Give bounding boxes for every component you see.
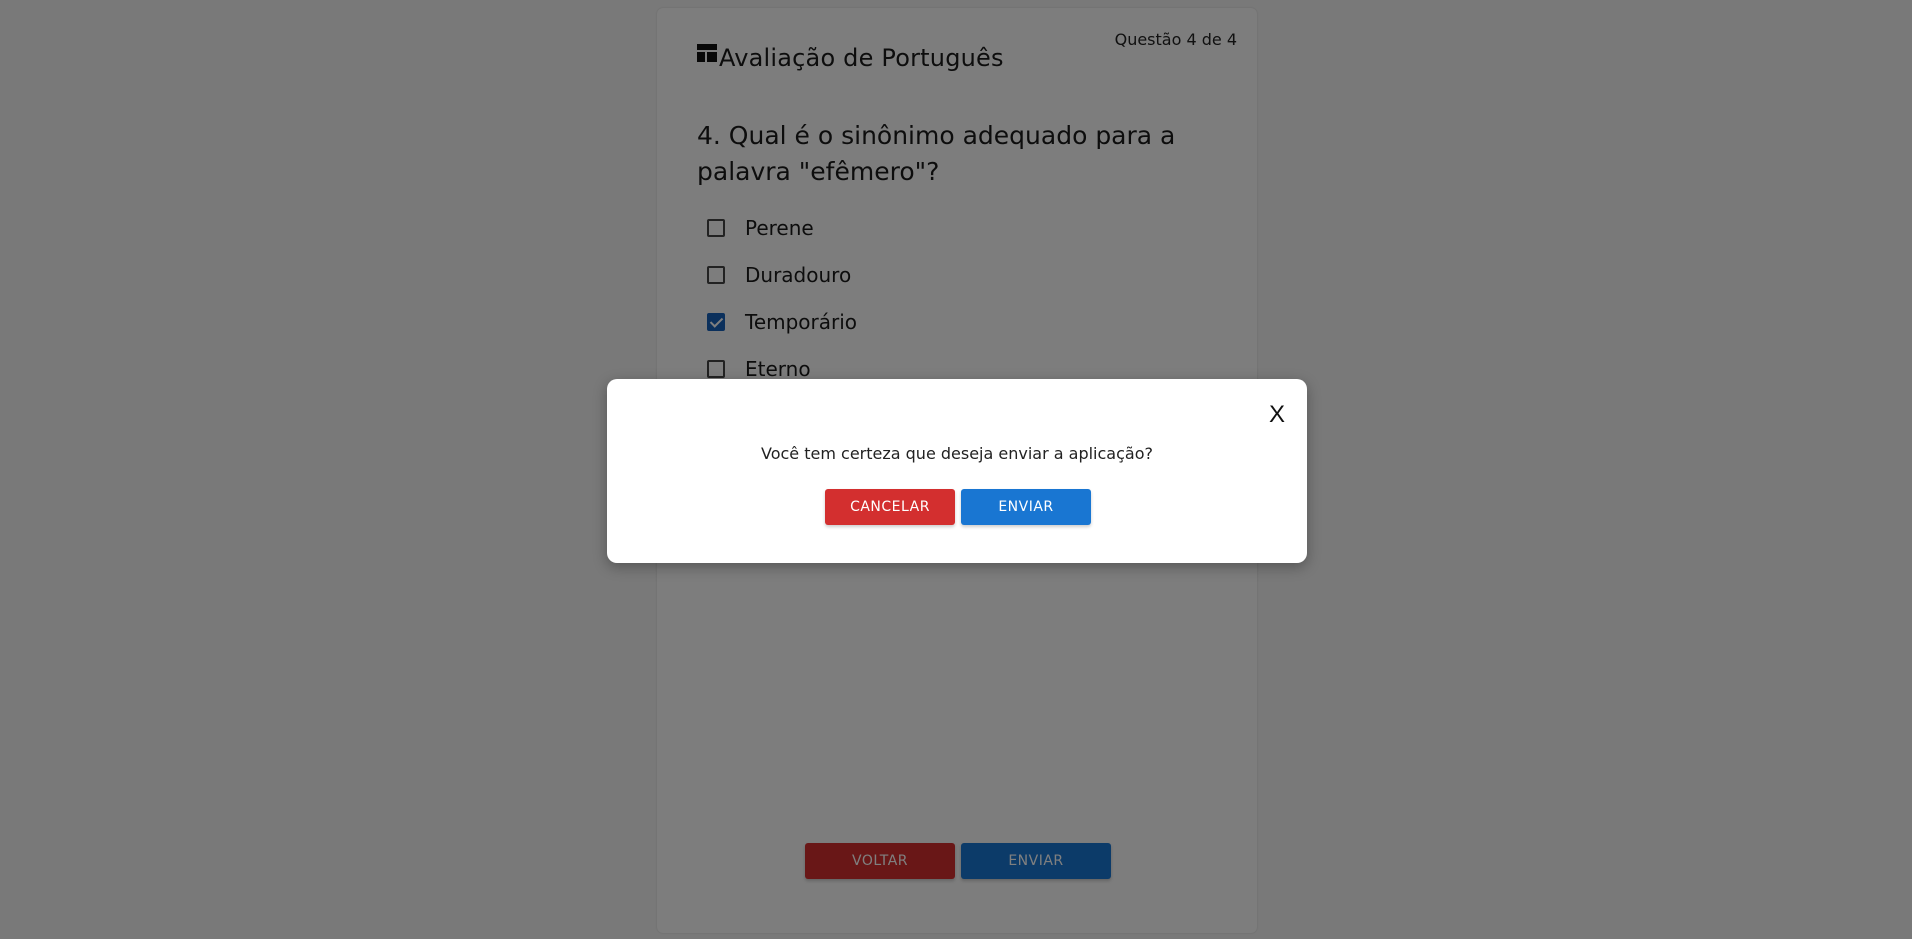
dialog-message: Você tem certeza que deseja enviar a apl… [761, 444, 1153, 463]
confirm-send-button[interactable]: ENVIAR [961, 489, 1091, 525]
cancel-button[interactable]: CANCELAR [825, 489, 955, 525]
confirm-dialog: X Você tem certeza que deseja enviar a a… [607, 379, 1307, 563]
close-button[interactable]: X [1269, 403, 1285, 427]
dialog-buttons: CANCELAR ENVIAR [825, 489, 1091, 525]
